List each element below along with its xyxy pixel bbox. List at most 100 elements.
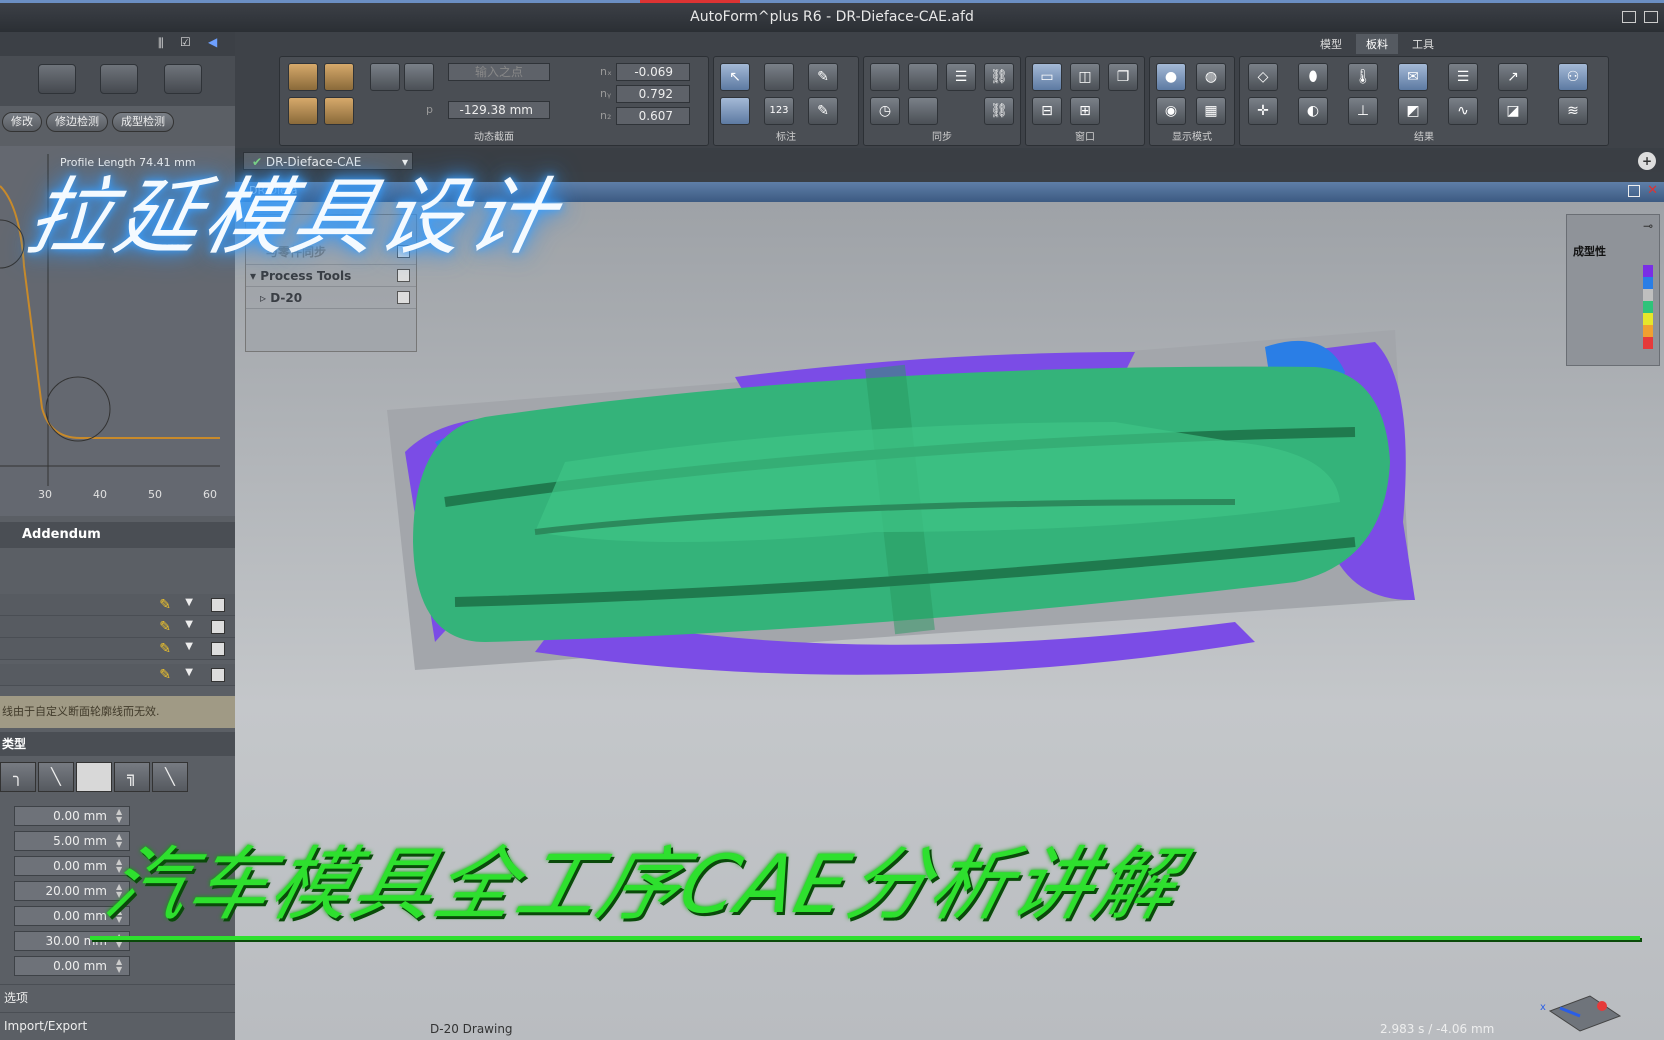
list-item[interactable]: ✎ ▼: [0, 638, 235, 660]
ny-input[interactable]: 0.792: [616, 85, 690, 103]
tool-press-icon[interactable]: [38, 64, 76, 94]
nx-input[interactable]: -0.069: [616, 63, 690, 81]
tool-check-icon[interactable]: [164, 64, 202, 94]
ellipse-result-icon[interactable]: ◐: [1298, 97, 1328, 125]
pencil-icon[interactable]: ✎: [159, 667, 171, 683]
dropdown-icon[interactable]: ▼: [185, 641, 193, 652]
pick-plane-icon[interactable]: [404, 63, 434, 91]
formability-result-icon[interactable]: ✉: [1398, 63, 1428, 91]
spinner-icon[interactable]: ▲▼: [116, 958, 122, 974]
section-remove-icon[interactable]: [324, 97, 354, 125]
checkbox[interactable]: [211, 620, 225, 634]
trim-check-button[interactable]: 修边检测: [46, 112, 108, 132]
maximize-button[interactable]: [1644, 11, 1658, 23]
modify-button[interactable]: 修改: [2, 112, 42, 132]
tab-model[interactable]: 模型: [1310, 34, 1352, 54]
surface-result-icon[interactable]: ◪: [1498, 97, 1528, 125]
list-item[interactable]: ✎ ▼: [0, 616, 235, 638]
collapse-left-icon[interactable]: ◀: [208, 35, 217, 49]
options-row[interactable]: 选项: [0, 984, 235, 1010]
type-button[interactable]: ╲: [152, 762, 188, 792]
link-icon[interactable]: ⛓: [984, 63, 1014, 91]
forming-check-button[interactable]: 成型检测: [112, 112, 174, 132]
magic-wand-icon[interactable]: ✎: [808, 63, 838, 91]
tab-tools[interactable]: 工具: [1402, 34, 1444, 54]
select-arrow-icon[interactable]: ↖: [720, 63, 750, 91]
label-icon[interactable]: [720, 97, 750, 125]
type-button-selected[interactable]: [76, 762, 112, 792]
transparent-icon[interactable]: ▦: [1196, 97, 1226, 125]
nz-input[interactable]: 0.607: [616, 107, 690, 125]
cascade-icon[interactable]: ❐: [1108, 63, 1138, 91]
view-result-icon[interactable]: ⚇: [1558, 63, 1588, 91]
wireframe-sphere-icon[interactable]: ◍: [1196, 63, 1226, 91]
type-button[interactable]: ╮: [0, 762, 36, 792]
spinner-icon[interactable]: ▲▼: [116, 808, 122, 824]
minimize-button[interactable]: [1622, 11, 1636, 23]
pick-point-icon[interactable]: [370, 63, 400, 91]
type-button[interactable]: ╲: [38, 762, 74, 792]
parameter-input[interactable]: 0.00 mm: [14, 806, 130, 826]
thermometer-icon[interactable]: ⫼: [158, 36, 164, 51]
camera-icon[interactable]: [870, 63, 900, 91]
wave-icon[interactable]: ∿: [1448, 97, 1478, 125]
crosshair-icon[interactable]: ✛: [1248, 97, 1278, 125]
stack-icon[interactable]: ☰: [1448, 63, 1478, 91]
point-input[interactable]: 输入之点: [448, 63, 550, 81]
tool-monitor-icon[interactable]: [100, 64, 138, 94]
textured-sphere-icon[interactable]: ◉: [1156, 97, 1186, 125]
type-button[interactable]: ╗: [114, 762, 150, 792]
press-result-icon[interactable]: ⊥: [1348, 97, 1378, 125]
checkbox[interactable]: [211, 598, 225, 612]
dropdown-icon[interactable]: ▼: [185, 597, 193, 608]
pencil-icon[interactable]: ✎: [159, 597, 171, 613]
title-accent: [640, 0, 740, 3]
clock-icon[interactable]: ◷: [870, 97, 900, 125]
ruler-icon[interactable]: [764, 63, 794, 91]
layers-icon[interactable]: ≋: [1558, 97, 1588, 125]
magic-wand-2-icon[interactable]: ✎: [808, 97, 838, 125]
add-tab-icon[interactable]: +: [1638, 152, 1656, 170]
list-settings-icon[interactable]: ☰: [946, 63, 976, 91]
p-input[interactable]: -129.38 mm: [448, 101, 550, 119]
formability-legend[interactable]: ⊸ 成型性: [1566, 214, 1660, 366]
dropdown-icon[interactable]: ▼: [185, 619, 193, 630]
overlay-title-bottom: 汽车模具全工序CAE分析讲解: [96, 838, 1190, 931]
list-item[interactable]: ✎ ▼: [0, 664, 235, 686]
parameter-input[interactable]: 5.00 mm: [14, 831, 130, 851]
section-add-icon[interactable]: [288, 97, 318, 125]
split-vertical-icon[interactable]: ◫: [1070, 63, 1100, 91]
surface-icon[interactable]: [908, 97, 938, 125]
bead-icon[interactable]: ⬮: [1298, 63, 1328, 91]
shaded-sphere-icon[interactable]: ●: [1156, 63, 1186, 91]
pencil-icon[interactable]: ✎: [159, 619, 171, 635]
import-export-row[interactable]: Import/Export: [0, 1012, 235, 1038]
legend-color-red: [1643, 337, 1653, 349]
quad-view-icon[interactable]: ⊞: [1070, 97, 1100, 125]
blank-shape-icon[interactable]: ◇: [1248, 63, 1278, 91]
type-header: 类型: [0, 732, 235, 756]
maximize-view-button[interactable]: [1628, 185, 1640, 197]
close-view-button[interactable]: ✕: [1647, 183, 1658, 198]
value-tag-icon[interactable]: 123: [764, 97, 794, 125]
tab-blank[interactable]: 板料: [1356, 34, 1398, 54]
window-title: AutoForm^plus R6 - DR-Dieface-CAE.afd: [690, 9, 974, 25]
arrow-result-icon[interactable]: ↗: [1498, 63, 1528, 91]
list-item[interactable]: ✎ ▼: [0, 594, 235, 616]
checklist-icon[interactable]: ☑: [180, 35, 191, 49]
section-edit-icon[interactable]: [324, 63, 354, 91]
pin-icon[interactable]: ⊸: [1643, 219, 1653, 233]
pencil-icon[interactable]: ✎: [159, 641, 171, 657]
checkbox[interactable]: [211, 668, 225, 682]
checkbox[interactable]: [211, 642, 225, 656]
parameter-input[interactable]: 0.00 mm: [14, 956, 130, 976]
dropdown-icon[interactable]: ▼: [185, 667, 193, 678]
addendum-section-title[interactable]: Addendum: [0, 522, 235, 548]
single-view-icon[interactable]: ▭: [1032, 63, 1062, 91]
split-horizontal-icon[interactable]: ⊟: [1032, 97, 1062, 125]
unlink-icon[interactable]: ⛓: [984, 97, 1014, 125]
section-icon[interactable]: [288, 63, 318, 91]
sheet-result-icon[interactable]: ◩: [1398, 97, 1428, 125]
thermometer-result-icon[interactable]: 🌡: [1348, 63, 1378, 91]
comment-icon[interactable]: [908, 63, 938, 91]
